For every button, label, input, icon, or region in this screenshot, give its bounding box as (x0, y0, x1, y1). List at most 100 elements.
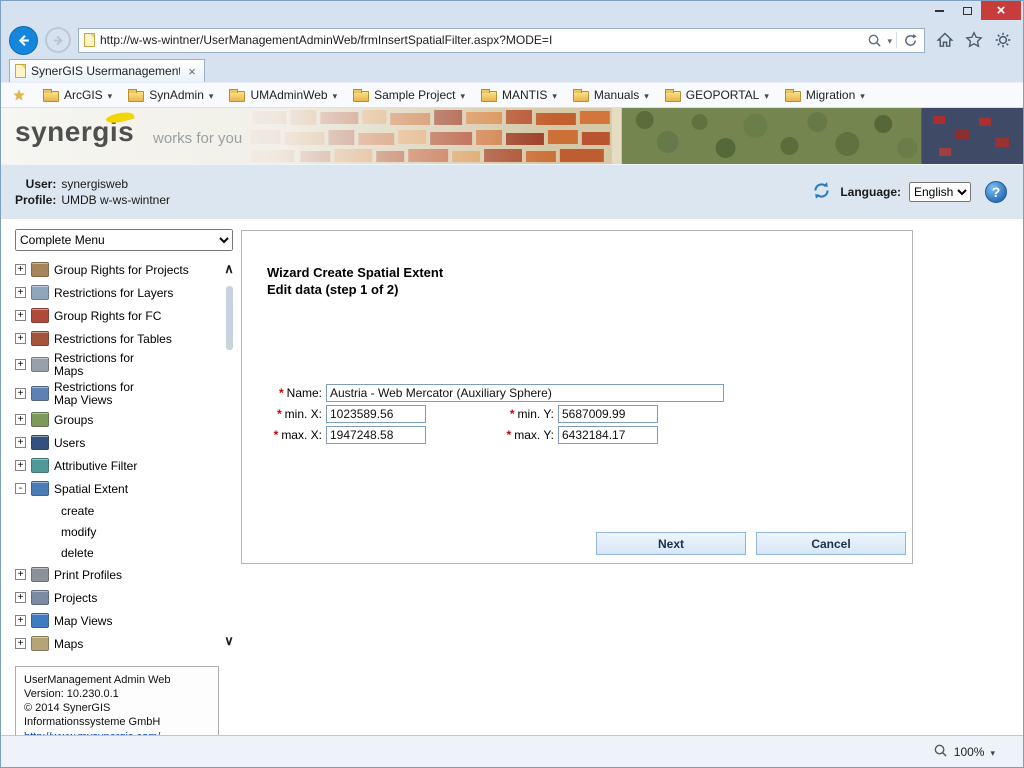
wizard-title: Wizard Create Spatial Extent (267, 264, 912, 281)
tree-item[interactable]: modify (15, 521, 217, 542)
tree-expander-icon[interactable]: + (15, 359, 26, 370)
tree-expander-icon[interactable]: + (15, 615, 26, 626)
language-select[interactable]: English (909, 182, 971, 202)
tree-expander-icon[interactable]: + (15, 437, 26, 448)
tree-expander-icon[interactable]: + (15, 333, 26, 344)
tree-expander-icon[interactable]: + (15, 388, 26, 399)
zoom-control[interactable]: 100% (933, 743, 995, 761)
close-button[interactable] (981, 1, 1021, 20)
settings-gear-icon[interactable] (993, 30, 1013, 50)
projects-icon (31, 590, 49, 605)
favorites-bar-item[interactable]: Sample Project (353, 88, 465, 102)
tree-item[interactable]: + Maps (15, 632, 217, 655)
browser-window: http://w-ws-wintner/UserManagementAdminW… (0, 0, 1024, 768)
tree-item[interactable]: + Users (15, 431, 217, 454)
required-marker: * (274, 428, 279, 442)
spatial-extent-icon (31, 481, 49, 496)
tree-item[interactable]: - Spatial Extent (15, 477, 217, 500)
zoom-dropdown-icon[interactable] (990, 745, 995, 759)
tree-expander-icon[interactable]: + (15, 569, 26, 580)
navigation-bar: http://w-ws-wintner/UserManagementAdminW… (1, 22, 1023, 58)
zoom-level: 100% (954, 745, 985, 759)
min-y-input[interactable] (558, 405, 658, 423)
chevron-down-icon (108, 88, 113, 102)
folder-icon (481, 91, 497, 102)
next-button[interactable]: Next (596, 532, 746, 555)
minimize-button[interactable] (925, 1, 953, 20)
folder-icon (353, 91, 369, 102)
browser-tab[interactable]: SynerGIS Usermanagement ... (9, 59, 205, 82)
favorites-bar-item[interactable]: Migration (785, 88, 865, 102)
sidebar: Complete Menu + Group Rights for Project… (15, 229, 237, 735)
refresh-icon[interactable] (901, 31, 919, 49)
favorites-bar-item[interactable]: UMAdminWeb (229, 88, 337, 102)
tree-scrollbar[interactable] (221, 260, 237, 650)
tree-expander-icon[interactable]: + (15, 287, 26, 298)
add-favorite-star-icon[interactable] (11, 87, 27, 104)
min-x-input[interactable] (326, 405, 426, 423)
help-button[interactable] (985, 181, 1007, 203)
favorites-bar-item[interactable]: GEOPORTAL (665, 88, 769, 102)
tab-favicon (15, 64, 26, 78)
forward-button[interactable] (45, 27, 71, 53)
max-x-label: *max. X: (242, 428, 326, 442)
tree-expander-icon[interactable]: - (15, 483, 26, 494)
tree-item[interactable]: + Groups (15, 408, 217, 431)
copyright: © 2014 SynerGIS (24, 701, 210, 715)
close-icon (997, 2, 1006, 20)
tree-item[interactable]: + Restrictions for Tables (15, 327, 217, 350)
tree-item[interactable]: delete (15, 542, 217, 563)
tree-expander-icon[interactable]: + (15, 264, 26, 275)
tree-expander-icon[interactable]: + (15, 460, 26, 471)
tree-expander-icon[interactable]: + (15, 414, 26, 425)
cancel-button[interactable]: Cancel (756, 532, 906, 555)
favorites-bar-item[interactable]: ArcGIS (43, 88, 112, 102)
home-icon[interactable] (935, 30, 955, 50)
zoom-icon (933, 743, 948, 761)
tab-title: SynerGIS Usermanagement ... (31, 64, 180, 78)
favorites-star-icon[interactable] (964, 30, 984, 50)
scroll-down-icon[interactable] (224, 632, 234, 650)
scrollbar-thumb[interactable] (226, 286, 233, 350)
page-icon (84, 33, 95, 47)
tree-item[interactable]: + Print Profiles (15, 563, 217, 586)
tree-expander-icon[interactable]: + (15, 638, 26, 649)
favorites-bar-item[interactable]: SynAdmin (128, 88, 213, 102)
reload-icon[interactable] (811, 180, 832, 204)
tree-item[interactable]: + Map Views (15, 609, 217, 632)
folder-icon (229, 91, 245, 102)
url-text[interactable]: http://w-ws-wintner/UserManagementAdminW… (100, 33, 860, 47)
window-title-bar (1, 1, 1023, 22)
language-label: Language: (840, 185, 901, 199)
name-input[interactable] (326, 384, 724, 402)
address-dropdown-icon[interactable] (887, 31, 892, 49)
max-x-input[interactable] (326, 426, 426, 444)
tab-close-icon[interactable] (185, 64, 199, 79)
max-y-input[interactable] (558, 426, 658, 444)
wizard-subtitle: Edit data (step 1 of 2) (267, 281, 912, 298)
synergis-link[interactable]: http://www.mysynergis.com/ (24, 730, 160, 735)
tree-item[interactable]: + Attributive Filter (15, 454, 217, 477)
favorites-bar-item[interactable]: Manuals (573, 88, 649, 102)
required-marker: * (510, 407, 515, 421)
tree-expander-icon[interactable]: + (15, 310, 26, 321)
tree-item[interactable]: create (15, 500, 217, 521)
tree-expander-icon[interactable]: + (15, 592, 26, 603)
scroll-up-icon[interactable] (224, 260, 234, 278)
back-button[interactable] (9, 26, 38, 55)
tree-item[interactable]: + Restrictions for Layers (15, 281, 217, 304)
menu-filter-select[interactable]: Complete Menu (15, 229, 233, 251)
chevron-down-icon (552, 88, 557, 102)
tree-item[interactable]: + Restrictions for Maps (15, 350, 217, 379)
tree-item[interactable]: + Projects (15, 586, 217, 609)
address-bar[interactable]: http://w-ws-wintner/UserManagementAdminW… (78, 28, 925, 53)
tree-item[interactable]: + Restrictions for Map Views (15, 379, 217, 408)
maximize-button[interactable] (953, 1, 981, 20)
favorites-bar-item[interactable]: MANTIS (481, 88, 557, 102)
groups-icon (31, 412, 49, 427)
profile-label: Profile: (15, 193, 56, 207)
tree-item[interactable]: + Group Rights for Projects (15, 258, 217, 281)
required-marker: * (279, 386, 284, 400)
search-icon[interactable] (865, 31, 883, 49)
tree-item[interactable]: + Group Rights for FC (15, 304, 217, 327)
